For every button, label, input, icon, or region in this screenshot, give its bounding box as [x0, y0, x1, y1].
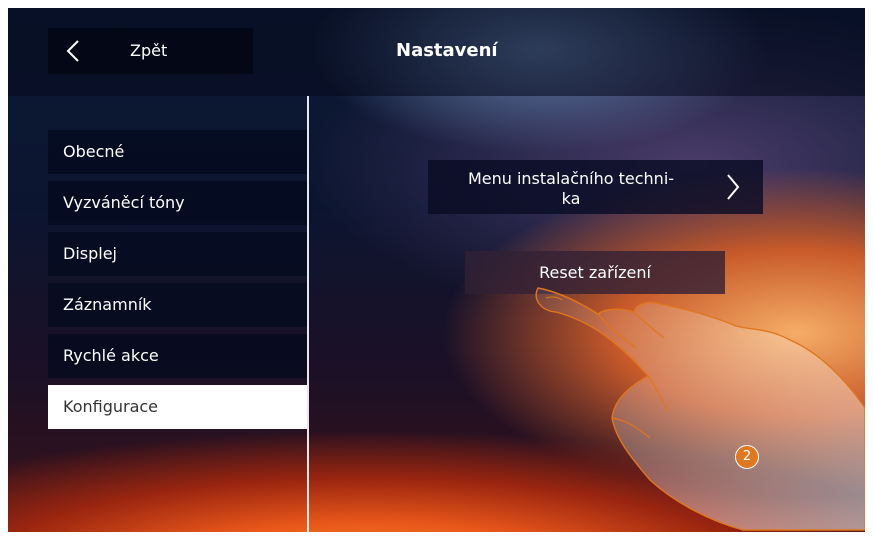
- installer-menu-label-line2: ka: [561, 189, 581, 208]
- menu-item-general[interactable]: Obecné: [48, 130, 307, 174]
- page-title: Nastavení: [396, 40, 498, 61]
- step-number-badge: 2: [735, 445, 759, 469]
- device-screen: Zpět Nastavení Obecné Vyzváněcí tóny Dis…: [8, 8, 865, 532]
- settings-menu: Obecné Vyzváněcí tóny Displej Záznamník …: [48, 130, 307, 436]
- menu-item-answering-machine[interactable]: Záznamník: [48, 283, 307, 327]
- menu-item-ringtones[interactable]: Vyzváněcí tóny: [48, 181, 307, 225]
- installer-menu-label: Menu instalačního techni- ka: [446, 169, 696, 209]
- reset-device-button[interactable]: Reset zařízení: [465, 251, 725, 294]
- back-label: Zpět: [130, 41, 168, 60]
- menu-item-display[interactable]: Displej: [48, 232, 307, 276]
- menu-item-quick-actions[interactable]: Rychlé akce: [48, 334, 307, 378]
- divider: [307, 96, 309, 532]
- menu-item-configuration[interactable]: Konfigurace: [48, 385, 307, 429]
- chevron-right-icon: [727, 174, 740, 200]
- back-button[interactable]: Zpět: [48, 28, 253, 74]
- chevron-left-icon: [66, 40, 79, 62]
- installer-menu-label-line1: Menu instalačního techni-: [467, 169, 675, 188]
- installer-menu-button[interactable]: Menu instalačního techni- ka: [428, 160, 763, 214]
